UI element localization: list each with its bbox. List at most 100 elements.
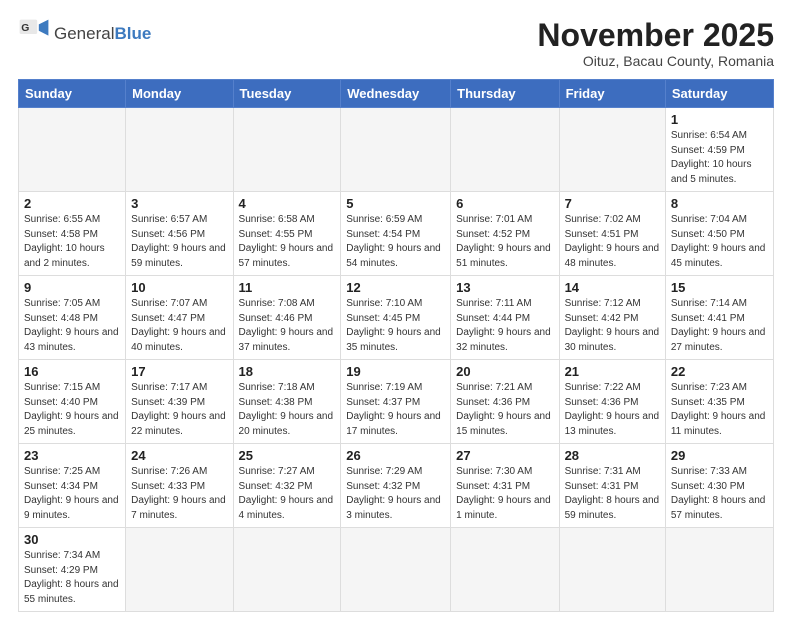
day-number: 15 [671,280,768,295]
calendar-cell: 10Sunrise: 7:07 AMSunset: 4:47 PMDayligh… [126,276,233,360]
day-info: Sunrise: 7:26 AMSunset: 4:33 PMDaylight:… [131,465,227,523]
calendar-cell: 15 Sunrise: 7:14 AMSunset: 4:41 PMDayligh… [665,276,773,360]
calendar-cell: 2 Sunrise: 6:55 AMSunset: 4:58 PMDaylight… [19,192,126,276]
day-number: 3 [131,196,227,211]
col-thursday: Thursday [451,80,559,108]
calendar-cell: 6 Sunrise: 7:01 AMSunset: 4:52 PMDaylight… [451,192,559,276]
day-info: Sunrise: 7:22 AMSunset: 4:36 PMDaylight:… [565,381,660,439]
day-number: 19 [346,364,445,379]
day-number: 17 [131,364,227,379]
logo-blue: Blue [114,24,151,43]
calendar-row-0: 1 Sunrise: 6:54 AMSunset: 4:59 PMDaylight… [19,108,774,192]
day-number: 4 [239,196,336,211]
calendar-cell [341,108,451,192]
day-number: 5 [346,196,445,211]
calendar-cell [233,528,341,612]
day-number: 1 [671,112,768,127]
day-info: Sunrise: 7:01 AMSunset: 4:52 PMDaylight:… [456,213,553,271]
calendar-cell [451,528,559,612]
day-info: Sunrise: 7:33 AMSunset: 4:30 PMDaylight:… [671,465,768,523]
col-monday: Monday [126,80,233,108]
day-number: 25 [239,448,336,463]
day-info: Sunrise: 7:08 AMSunset: 4:46 PMDaylight:… [239,297,336,355]
calendar-cell: 18Sunrise: 7:18 AMSunset: 4:38 PMDayligh… [233,360,341,444]
day-number: 16 [24,364,120,379]
day-number: 27 [456,448,553,463]
day-number: 9 [24,280,120,295]
day-info: Sunrise: 7:18 AMSunset: 4:38 PMDaylight:… [239,381,336,439]
day-info: Sunrise: 7:05 AMSunset: 4:48 PMDaylight:… [24,297,120,355]
calendar-cell: 1 Sunrise: 6:54 AMSunset: 4:59 PMDaylight… [665,108,773,192]
svg-text:G: G [21,23,29,34]
calendar-cell [341,528,451,612]
day-info: Sunrise: 6:54 AMSunset: 4:59 PMDaylight:… [671,129,768,187]
calendar-subtitle: Oituz, Bacau County, Romania [537,53,774,69]
calendar-cell [233,108,341,192]
day-info: Sunrise: 7:12 AMSunset: 4:42 PMDaylight:… [565,297,660,355]
calendar-row-1: 2 Sunrise: 6:55 AMSunset: 4:58 PMDaylight… [19,192,774,276]
col-sunday: Sunday [19,80,126,108]
day-number: 7 [565,196,660,211]
calendar-cell: 23Sunrise: 7:25 AMSunset: 4:34 PMDayligh… [19,444,126,528]
calendar-cell [451,108,559,192]
day-info: Sunrise: 6:59 AMSunset: 4:54 PMDaylight:… [346,213,445,271]
calendar-cell [126,108,233,192]
calendar-cell [559,528,665,612]
calendar-cell [19,108,126,192]
calendar-cell: 5 Sunrise: 6:59 AMSunset: 4:54 PMDaylight… [341,192,451,276]
calendar-cell: 22 Sunrise: 7:23 AMSunset: 4:35 PMDayligh… [665,360,773,444]
calendar-row-5: 30 Sunrise: 7:34 AMSunset: 4:29 PMDayligh… [19,528,774,612]
day-info: Sunrise: 7:07 AMSunset: 4:47 PMDaylight:… [131,297,227,355]
calendar-cell: 14 Sunrise: 7:12 AMSunset: 4:42 PMDayligh… [559,276,665,360]
day-info: Sunrise: 7:02 AMSunset: 4:51 PMDaylight:… [565,213,660,271]
calendar-header-row: Sunday Monday Tuesday Wednesday Thursday… [19,80,774,108]
col-friday: Friday [559,80,665,108]
calendar-row-2: 9 Sunrise: 7:05 AMSunset: 4:48 PMDaylight… [19,276,774,360]
day-number: 20 [456,364,553,379]
calendar-cell: 3 Sunrise: 6:57 AMSunset: 4:56 PMDaylight… [126,192,233,276]
calendar-cell: 4Sunrise: 6:58 AMSunset: 4:55 PMDaylight… [233,192,341,276]
day-number: 12 [346,280,445,295]
calendar-cell: 17 Sunrise: 7:17 AMSunset: 4:39 PMDayligh… [126,360,233,444]
day-info: Sunrise: 7:04 AMSunset: 4:50 PMDaylight:… [671,213,768,271]
logo-text: GeneralBlue [54,25,151,44]
calendar-cell: 30 Sunrise: 7:34 AMSunset: 4:29 PMDayligh… [19,528,126,612]
calendar-cell: 25 Sunrise: 7:27 AMSunset: 4:32 PMDayligh… [233,444,341,528]
day-info: Sunrise: 6:55 AMSunset: 4:58 PMDaylight:… [24,213,120,271]
calendar-row-3: 16 Sunrise: 7:15 AMSunset: 4:40 PMDayligh… [19,360,774,444]
calendar-row-4: 23Sunrise: 7:25 AMSunset: 4:34 PMDayligh… [19,444,774,528]
logo-icon: G [18,18,50,50]
day-info: Sunrise: 7:17 AMSunset: 4:39 PMDaylight:… [131,381,227,439]
day-number: 30 [24,532,120,547]
day-number: 29 [671,448,768,463]
col-tuesday: Tuesday [233,80,341,108]
day-info: Sunrise: 7:34 AMSunset: 4:29 PMDaylight:… [24,549,120,607]
day-info: Sunrise: 7:27 AMSunset: 4:32 PMDaylight:… [239,465,336,523]
calendar-cell [126,528,233,612]
day-info: Sunrise: 6:57 AMSunset: 4:56 PMDaylight:… [131,213,227,271]
day-info: Sunrise: 7:14 AMSunset: 4:41 PMDaylight:… [671,297,768,355]
day-info: Sunrise: 7:10 AMSunset: 4:45 PMDaylight:… [346,297,445,355]
header: G GeneralBlue November 2025 Oituz, Bacau… [18,18,774,69]
day-number: 14 [565,280,660,295]
calendar-title: November 2025 [537,18,774,53]
col-saturday: Saturday [665,80,773,108]
day-number: 8 [671,196,768,211]
col-wednesday: Wednesday [341,80,451,108]
day-number: 6 [456,196,553,211]
day-number: 13 [456,280,553,295]
day-info: Sunrise: 7:31 AMSunset: 4:31 PMDaylight:… [565,465,660,523]
page: G GeneralBlue November 2025 Oituz, Bacau… [0,0,792,622]
calendar-cell: 24Sunrise: 7:26 AMSunset: 4:33 PMDayligh… [126,444,233,528]
calendar-cell: 7 Sunrise: 7:02 AMSunset: 4:51 PMDaylight… [559,192,665,276]
calendar-cell: 20Sunrise: 7:21 AMSunset: 4:36 PMDayligh… [451,360,559,444]
calendar-cell [559,108,665,192]
day-number: 22 [671,364,768,379]
day-number: 11 [239,280,336,295]
calendar-cell [665,528,773,612]
calendar-cell: 9 Sunrise: 7:05 AMSunset: 4:48 PMDaylight… [19,276,126,360]
day-info: Sunrise: 7:23 AMSunset: 4:35 PMDaylight:… [671,381,768,439]
day-number: 2 [24,196,120,211]
day-info: Sunrise: 7:15 AMSunset: 4:40 PMDaylight:… [24,381,120,439]
day-number: 23 [24,448,120,463]
